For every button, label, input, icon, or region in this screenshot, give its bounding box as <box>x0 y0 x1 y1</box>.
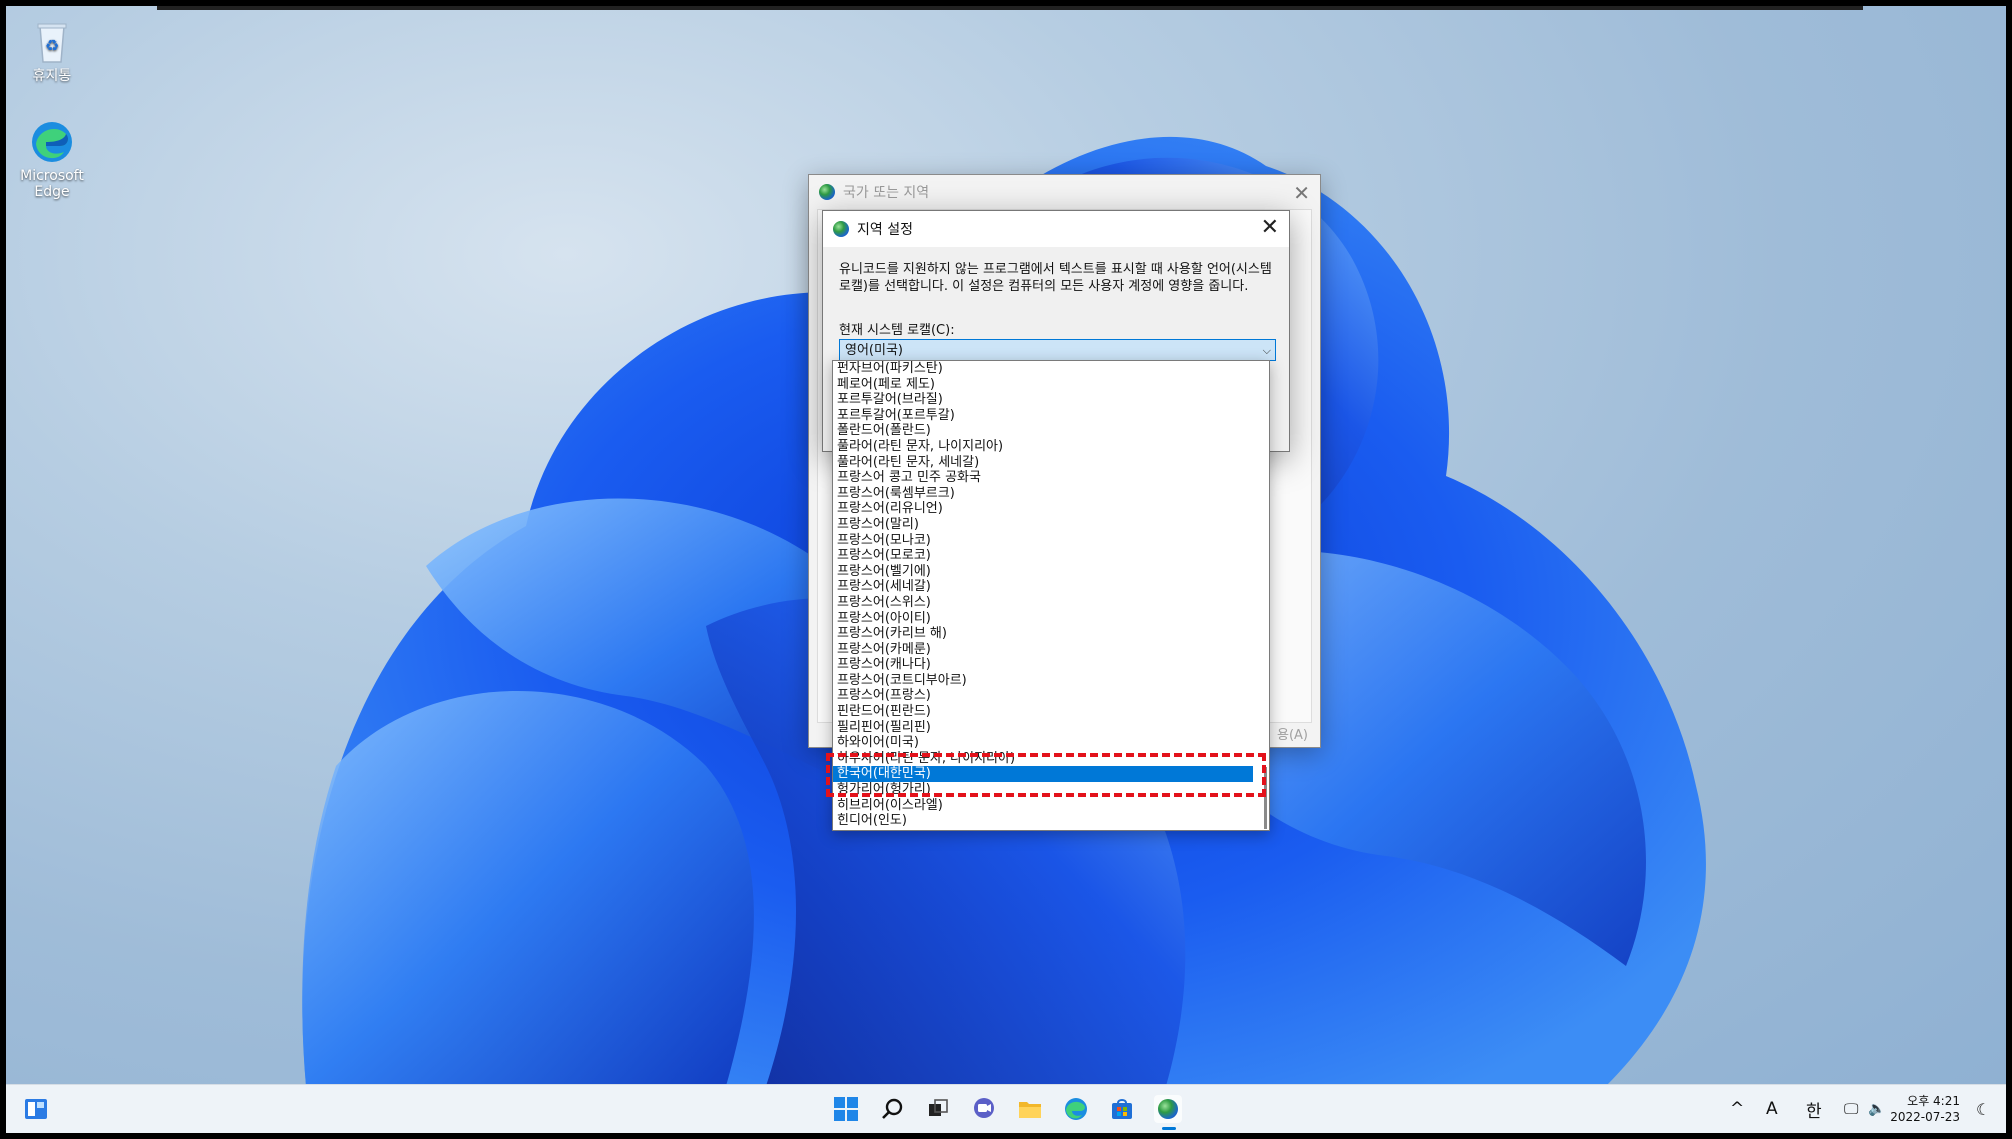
edge-icon <box>28 118 76 166</box>
locale-option[interactable]: 필리핀어(필리핀) <box>833 720 1269 736</box>
volume-icon[interactable]: 🔈 <box>1868 1085 1885 1133</box>
locale-option[interactable]: 포르투갈어(포르투갈) <box>833 408 1269 424</box>
dropdown-scrollbar-thumb[interactable] <box>1264 767 1267 829</box>
store-icon[interactable] <box>1108 1095 1136 1123</box>
locale-option[interactable]: 프랑스어(스위스) <box>833 595 1269 611</box>
locale-option-selected[interactable]: 한국어(대한민국) <box>833 766 1253 783</box>
locale-option[interactable]: 폴란드어(폴란드) <box>833 423 1269 439</box>
country-region-titlebar: 국가 또는 지역 <box>809 175 1320 209</box>
system-locale-label: 현재 시스템 로캘(C): <box>839 323 955 338</box>
system-locale-value: 영어(미국) <box>845 343 903 358</box>
locale-option[interactable]: 프랑스어(말리) <box>833 517 1269 533</box>
locale-option[interactable]: 하우사어(라틴 문자, 나이지리아) <box>833 751 1269 767</box>
locale-option[interactable]: 하와이어(미국) <box>833 735 1269 751</box>
region-settings-titlebar: 지역 설정 <box>823 211 1289 247</box>
locale-option[interactable]: 풀라어(라틴 문자, 나이지리아) <box>833 439 1269 455</box>
region-control-panel-icon[interactable] <box>1154 1095 1182 1123</box>
close-icon[interactable]: ✕ <box>1293 181 1310 205</box>
locale-option[interactable]: 프랑스어(카리브 해) <box>833 626 1269 642</box>
locale-option[interactable]: 펀자브어(파키스탄) <box>833 361 1269 377</box>
locale-option[interactable]: 포르투갈어(브라질) <box>833 392 1269 408</box>
chevron-down-icon: ⌵ <box>1262 344 1271 357</box>
widgets-icon[interactable] <box>22 1095 50 1123</box>
svg-text:♻: ♻ <box>45 36 59 55</box>
file-explorer-icon[interactable] <box>1016 1095 1044 1123</box>
desktop-icon-recycle-bin[interactable]: ♻ 휴지통 <box>12 18 92 84</box>
edge-taskbar-icon[interactable] <box>1062 1095 1090 1123</box>
desktop-icon-label: 휴지통 <box>32 68 72 84</box>
apply-button[interactable]: 용(A) <box>1277 724 1308 743</box>
locale-option[interactable]: 프랑스어(모로코) <box>833 548 1269 564</box>
locale-option[interactable]: 프랑스어(리유니언) <box>833 501 1269 517</box>
tray-chevron[interactable]: ^ <box>1730 1085 1744 1133</box>
region-settings-title: 지역 설정 <box>857 222 913 238</box>
chat-icon[interactable] <box>970 1095 998 1123</box>
locale-option[interactable]: 프랑스어(모나코) <box>833 533 1269 549</box>
clock-time: 오후 4:21 <box>1907 1094 1960 1108</box>
search-icon[interactable] <box>878 1095 906 1123</box>
desktop-icon-edge[interactable]: Microsoft Edge <box>12 118 92 200</box>
locale-option[interactable]: 프랑스어(코트디부아르) <box>833 673 1269 689</box>
ime-language-indicator[interactable]: 한 <box>1806 1085 1822 1133</box>
system-locale-dropdown-list[interactable]: 펀자브어(파키스탄) 페로어(페로 제도) 포르투갈어(브라질) 포르투갈어(포르투갈… <box>832 360 1270 831</box>
globe-icon <box>1158 1099 1178 1119</box>
globe-icon <box>833 221 849 237</box>
system-locale-combobox[interactable]: 영어(미국) ⌵ <box>839 339 1276 361</box>
locale-option[interactable]: 핀란드어(핀란드) <box>833 704 1269 720</box>
network-icon[interactable]: 🖵 <box>1844 1085 1858 1133</box>
desktop-icon-label: Microsoft Edge <box>20 168 84 200</box>
globe-icon <box>819 184 835 200</box>
clock[interactable]: 오후 4:21 2022-07-23 <box>1890 1093 1960 1125</box>
active-app-indicator <box>1162 1127 1176 1130</box>
taskbar: ^ A 한 🖵 🔈 오후 4:21 2022-07-23 ☾ <box>6 1084 2006 1133</box>
locale-option[interactable]: 프랑스어(프랑스) <box>833 688 1269 704</box>
clock-date: 2022-07-23 <box>1890 1110 1960 1124</box>
locale-option[interactable]: 프랑스어(카메룬) <box>833 642 1269 658</box>
locale-option[interactable]: 헝가리어(헝가리) <box>833 782 1269 798</box>
locale-option[interactable]: 프랑스어(룩셈부르크) <box>833 486 1269 502</box>
locale-option[interactable]: 프랑스어(세네갈) <box>833 579 1269 595</box>
start-icon[interactable] <box>832 1095 860 1123</box>
task-view-icon[interactable] <box>924 1095 952 1123</box>
recycle-bin-icon: ♻ <box>28 18 76 66</box>
close-button[interactable]: ✕ <box>1261 215 1279 240</box>
system-locale-description: 유니코드를 지원하지 않는 프로그램에서 텍스트를 표시할 때 사용할 언어(시… <box>839 262 1272 294</box>
locale-option[interactable]: 힌디어(인도) <box>833 813 1269 829</box>
country-region-title: 국가 또는 지역 <box>843 185 930 201</box>
locale-option[interactable]: 프랑스어(벨기에) <box>833 564 1269 580</box>
ime-mode-indicator[interactable]: A <box>1766 1085 1778 1133</box>
desktop: ♻ 휴지통 Microsoft Edge 국가 또는 지역 ✕ 용(A) 지역 … <box>6 6 2006 1133</box>
locale-option[interactable]: 풀라어(라틴 문자, 세네갈) <box>833 455 1269 471</box>
focus-assist-icon[interactable]: ☾ <box>1976 1085 1990 1133</box>
locale-option[interactable]: 히브리어(이스라엘) <box>833 798 1269 814</box>
locale-option[interactable]: 프랑스어(캐나다) <box>833 657 1269 673</box>
locale-option[interactable]: 프랑스어 콩고 민주 공화국 <box>833 470 1269 486</box>
locale-option[interactable]: 프랑스어(아이티) <box>833 611 1269 627</box>
locale-option[interactable]: 페로어(페로 제도) <box>833 377 1269 393</box>
